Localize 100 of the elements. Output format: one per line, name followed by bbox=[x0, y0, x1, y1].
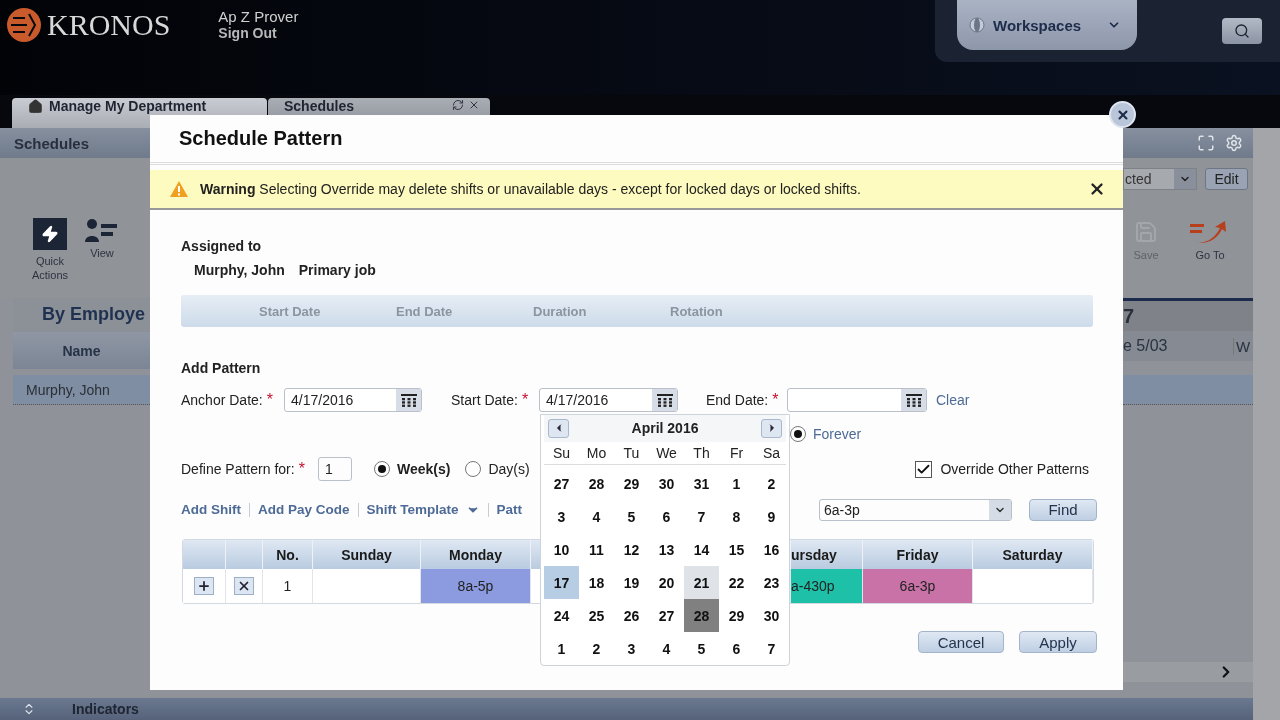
calendar-day[interactable]: 28 bbox=[684, 599, 719, 632]
calendar-day[interactable]: 15 bbox=[719, 533, 754, 566]
delete-button[interactable] bbox=[234, 577, 254, 595]
required-mark: * bbox=[266, 391, 273, 409]
field-label: End Date: bbox=[706, 392, 769, 408]
calendar-day[interactable]: 27 bbox=[649, 599, 684, 632]
calendar-day[interactable]: 3 bbox=[614, 632, 649, 665]
header-cell bbox=[226, 540, 263, 569]
calendar-day[interactable]: 30 bbox=[649, 467, 684, 500]
calendar-day[interactable]: 27 bbox=[544, 467, 579, 500]
calendar-day[interactable]: 23 bbox=[754, 566, 789, 599]
view-button[interactable]: View bbox=[82, 218, 122, 298]
calendar-day[interactable]: 22 bbox=[719, 566, 754, 599]
calendar-day[interactable]: 8 bbox=[719, 500, 754, 533]
calendar-day[interactable]: 5 bbox=[684, 632, 719, 665]
calendar-day[interactable]: 31 bbox=[684, 467, 719, 500]
globe-icon bbox=[969, 17, 985, 33]
calendar-day[interactable]: 4 bbox=[579, 500, 614, 533]
shift-cell[interactable]: 6a-3p bbox=[863, 569, 973, 603]
calendar-icon bbox=[656, 393, 673, 407]
calendar-day[interactable]: 10 bbox=[544, 533, 579, 566]
sign-out-link[interactable]: Sign Out bbox=[218, 25, 299, 41]
calendar-day[interactable]: 13 bbox=[649, 533, 684, 566]
unit-radio[interactable]: Week(s) bbox=[374, 461, 451, 477]
calendar-day[interactable]: 29 bbox=[614, 467, 649, 500]
calendar-day[interactable]: 7 bbox=[754, 632, 789, 665]
clear-link[interactable]: Clear bbox=[936, 392, 970, 408]
calendar-day[interactable]: 28 bbox=[579, 467, 614, 500]
user-name: Ap Z Prover bbox=[218, 8, 299, 25]
toolbar-link[interactable]: Add Shift bbox=[181, 502, 241, 517]
calendar-day[interactable]: 3 bbox=[544, 500, 579, 533]
quick-actions-button[interactable]: Quick Actions bbox=[28, 218, 72, 298]
weekday-label: Su bbox=[551, 444, 572, 461]
home-icon bbox=[28, 99, 43, 114]
calendar-day[interactable]: 20 bbox=[649, 566, 684, 599]
week-header: 7 bbox=[1123, 301, 1253, 331]
calendar-day[interactable]: 2 bbox=[754, 467, 789, 500]
toolbar-link[interactable]: Patt bbox=[496, 502, 523, 517]
toolbar-link[interactable]: Add Pay Code bbox=[258, 502, 350, 517]
weekday-label: Sa bbox=[761, 444, 782, 461]
employee-row[interactable]: Murphy, John bbox=[13, 375, 150, 405]
calendar-day[interactable]: 25 bbox=[579, 599, 614, 632]
weekday-label: Th bbox=[692, 444, 711, 461]
edit-button[interactable]: Edit bbox=[1205, 168, 1248, 190]
calendar-day[interactable]: 1 bbox=[719, 467, 754, 500]
calendar-day[interactable]: 7 bbox=[684, 500, 719, 533]
column-header: Monday bbox=[421, 540, 531, 569]
workspaces-tab[interactable]: Workspaces bbox=[957, 0, 1137, 50]
refresh-icon bbox=[452, 99, 464, 111]
calendar-day[interactable]: 5 bbox=[614, 500, 649, 533]
calendar-day[interactable]: 29 bbox=[719, 599, 754, 632]
apply-button[interactable]: Apply bbox=[1019, 631, 1097, 653]
next-month-button[interactable] bbox=[761, 418, 782, 438]
close-button[interactable] bbox=[1088, 180, 1106, 198]
calendar-day[interactable]: 12 bbox=[614, 533, 649, 566]
shift-cell[interactable]: 8a-5p bbox=[421, 569, 531, 603]
calendar-day[interactable]: 1 bbox=[544, 632, 579, 665]
add-button[interactable] bbox=[194, 577, 214, 595]
warning-text: Warning Selecting Override may delete shifts or unavailable days - except for locked days or locked shifts. bbox=[200, 181, 861, 197]
calendar-icon bbox=[400, 393, 417, 407]
number-field[interactable]: 1 bbox=[318, 457, 352, 481]
shift-cell[interactable]: a-430p bbox=[791, 569, 863, 603]
date-field[interactable] bbox=[787, 388, 927, 412]
calendar-day[interactable]: 18 bbox=[579, 566, 614, 599]
calendar-day[interactable]: 6 bbox=[649, 500, 684, 533]
calendar-day[interactable]: 16 bbox=[754, 533, 789, 566]
calendar-day[interactable]: 24 bbox=[544, 599, 579, 632]
calendar-day[interactable]: 11 bbox=[579, 533, 614, 566]
close-button[interactable] bbox=[1109, 101, 1136, 128]
maximize-icon[interactable] bbox=[1197, 134, 1215, 152]
settings-icon[interactable] bbox=[1225, 134, 1243, 152]
calendar-day[interactable]: 30 bbox=[754, 599, 789, 632]
close-icon bbox=[468, 99, 480, 111]
search-button[interactable] bbox=[1222, 18, 1262, 44]
view-select[interactable]: cted bbox=[1123, 168, 1197, 190]
weekday-label: Mo bbox=[585, 444, 608, 461]
override-checkbox[interactable]: Override Other Patterns bbox=[915, 460, 1089, 478]
shift-select[interactable]: 6a-3p bbox=[819, 498, 1012, 521]
date-field[interactable]: 4/17/2016 bbox=[539, 388, 678, 412]
job-name: Primary job bbox=[298, 262, 376, 278]
find-button[interactable]: Find bbox=[1029, 498, 1097, 521]
previous-month-button[interactable] bbox=[548, 418, 569, 438]
column-header: Start Date bbox=[259, 303, 322, 319]
calendar-day[interactable]: 26 bbox=[614, 599, 649, 632]
column-header: End Date bbox=[396, 303, 454, 319]
calendar-day[interactable]: 17 bbox=[544, 566, 579, 599]
unit-radio[interactable]: Day(s) bbox=[465, 461, 530, 477]
calendar-day[interactable]: 19 bbox=[614, 566, 649, 599]
toolbar-link[interactable]: Shift Template bbox=[366, 502, 480, 517]
date-field[interactable]: 4/17/2016 bbox=[284, 388, 422, 412]
month-title: April 2016 bbox=[630, 420, 700, 437]
calendar-day[interactable]: 4 bbox=[649, 632, 684, 665]
go-to-button[interactable]: Go To bbox=[1189, 220, 1231, 263]
calendar-day[interactable]: 6 bbox=[719, 632, 754, 665]
calendar-day[interactable]: 21 bbox=[684, 566, 719, 599]
cancel-button[interactable]: Cancel bbox=[918, 631, 1004, 653]
calendar-day[interactable]: 9 bbox=[754, 500, 789, 533]
calendar-day[interactable]: 14 bbox=[684, 533, 719, 566]
calendar-day[interactable]: 2 bbox=[579, 632, 614, 665]
close-icon bbox=[1115, 107, 1130, 122]
